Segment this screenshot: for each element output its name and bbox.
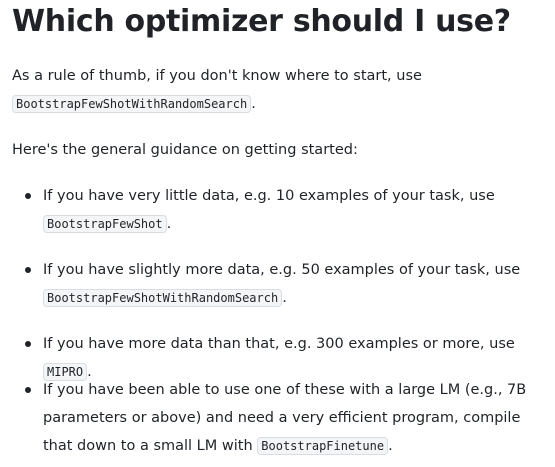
list-item-period: . xyxy=(388,438,393,454)
list-item: If you have been able to use one of thes… xyxy=(12,376,537,460)
list-item: If you have very little data, e.g. 10 ex… xyxy=(12,182,537,238)
intro-period: . xyxy=(251,96,256,112)
list-item-text: If you have very little data, e.g. 10 ex… xyxy=(43,188,495,204)
intro-text: As a rule of thumb, if you don't know wh… xyxy=(12,68,422,84)
bullet-icon xyxy=(25,387,31,393)
inline-code: BootstrapFewShotWithRandomSearch xyxy=(43,289,283,307)
intro-paragraph: As a rule of thumb, if you don't know wh… xyxy=(12,62,542,118)
bullet-icon xyxy=(25,341,31,347)
list-item: If you have slightly more data, e.g. 50 … xyxy=(12,256,537,312)
list-item-text: If you have slightly more data, e.g. 50 … xyxy=(43,262,521,278)
bullet-icon xyxy=(25,193,31,199)
list-item-period: . xyxy=(282,290,287,306)
page-title: Which optimizer should I use? xyxy=(12,4,511,39)
list-item-period: . xyxy=(166,216,172,232)
list-item-body: If you have slightly more data, e.g. 50 … xyxy=(43,256,543,312)
list-item-text: If you have more data than that, e.g. 30… xyxy=(43,336,515,352)
inline-code: BootstrapFewShotWithRandomSearch xyxy=(12,95,252,113)
inline-code: BootstrapFinetune xyxy=(257,437,389,455)
bullet-icon xyxy=(25,267,31,273)
guidance-paragraph: Here's the general guidance on getting s… xyxy=(12,142,358,158)
list-item-body: If you have been able to use one of thes… xyxy=(43,376,543,460)
inline-code: BootstrapFewShot xyxy=(43,215,167,233)
list-item-body: If you have very little data, e.g. 10 ex… xyxy=(43,182,543,238)
